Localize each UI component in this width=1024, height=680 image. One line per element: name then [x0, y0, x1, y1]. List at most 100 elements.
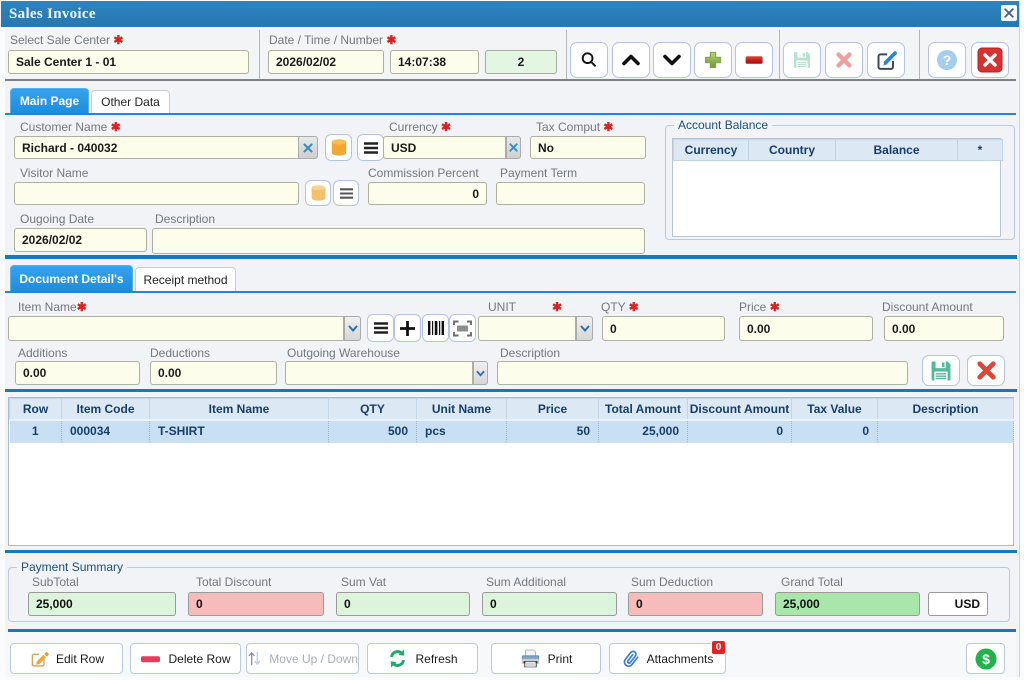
- tax-comput-label-text: Tax Comput: [536, 120, 601, 134]
- discount-amount-input[interactable]: 0.00: [884, 316, 1004, 341]
- sale-center-input[interactable]: Sale Center 1 - 01: [8, 50, 249, 74]
- qty-label: QTY ✱: [601, 300, 639, 314]
- row-cancel-button[interactable]: [967, 355, 1005, 386]
- table-row[interactable]: 1 000034 T-SHIRT 500 pcs 50 25,000 0 0: [9, 418, 1014, 443]
- search-button[interactable]: [570, 42, 608, 78]
- attachments-button[interactable]: Attachments: [609, 643, 726, 674]
- tabs-main-label-text: Main Page: [19, 94, 80, 108]
- edit-button[interactable]: [867, 42, 905, 78]
- sum-deduction-label: Sum Deduction: [631, 575, 713, 589]
- additions-input[interactable]: 0.00: [15, 361, 140, 385]
- item-name-label: Item Name✱: [18, 300, 87, 314]
- customer-clear-button[interactable]: [298, 136, 318, 159]
- window-close-button[interactable]: [1001, 5, 1017, 21]
- window-titlebar: Sales Invoice: [1, 1, 1019, 27]
- visitor-lookup-button[interactable]: [305, 180, 331, 206]
- total-discount-label-text: Total Discount: [196, 575, 272, 589]
- cell-tax-value: 0: [791, 418, 878, 443]
- row-save-button[interactable]: [922, 355, 960, 386]
- delete-row-button[interactable]: Delete Row: [130, 643, 241, 674]
- close-form-button[interactable]: [971, 42, 1009, 78]
- item-add-button[interactable]: [394, 314, 421, 342]
- date-time-number-label: Date / Time / Number ✱: [269, 33, 396, 47]
- item-entry-item-name-label-text: Item Name: [18, 300, 77, 314]
- required-asterisk: ✱: [552, 300, 563, 314]
- delete-row-icon: [141, 655, 161, 662]
- tax-comput-input[interactable]: No: [530, 136, 646, 159]
- commission-percent-input[interactable]: 0: [368, 182, 487, 205]
- visitor-name-input[interactable]: [14, 182, 299, 205]
- outgoing-warehouse-combo[interactable]: [285, 361, 473, 385]
- refresh-button[interactable]: Refresh: [367, 643, 478, 674]
- add-record-button[interactable]: [694, 42, 732, 78]
- grand-total-value-text: 25,000: [783, 597, 820, 611]
- description-input[interactable]: [152, 228, 645, 254]
- delete-button[interactable]: [825, 42, 863, 78]
- tab-document-details[interactable]: Document Detail's: [10, 265, 133, 291]
- tab-main-page[interactable]: Main Page: [10, 88, 89, 113]
- warehouse-dropdown-button[interactable]: [473, 361, 488, 385]
- visitor-menu-button[interactable]: [333, 180, 359, 206]
- item-scan-button[interactable]: [449, 314, 476, 342]
- customer-lookup-button[interactable]: [325, 134, 352, 161]
- next-record-button[interactable]: [653, 42, 691, 78]
- time-input[interactable]: 14:07:38: [390, 50, 479, 74]
- section-separator: [5, 255, 1017, 259]
- hamburger-icon: [373, 322, 388, 334]
- customer-menu-button[interactable]: [357, 134, 384, 161]
- plus-icon: [704, 51, 722, 69]
- cell-item-name: T-SHIRT: [149, 418, 329, 443]
- qty-label-text: QTY: [601, 300, 626, 314]
- help-button[interactable]: ?: [928, 42, 966, 78]
- item-barcode-button[interactable]: [422, 314, 449, 342]
- qty-input[interactable]: 0: [602, 316, 725, 341]
- payment-term-input[interactable]: [496, 182, 645, 205]
- currency-settings-button[interactable]: $: [966, 643, 1005, 674]
- number-input[interactable]: 2: [485, 50, 557, 74]
- date-input[interactable]: 2026/02/02: [268, 50, 384, 74]
- outgoing-date-input[interactable]: 2026/02/02: [14, 228, 147, 252]
- remove-record-button[interactable]: [735, 42, 773, 78]
- bottom-toolbar: Edit Row Delete Row Move Up / Down Refre…: [0, 632, 1022, 677]
- customer-name-input[interactable]: Richard - 040032: [14, 136, 299, 159]
- move-up-down-button[interactable]: Move Up / Down: [246, 643, 359, 674]
- row-description-input[interactable]: [497, 361, 908, 385]
- unit-combo[interactable]: [478, 316, 576, 341]
- tab-receipt-method[interactable]: Receipt method: [135, 267, 236, 291]
- hamburger-icon: [363, 141, 378, 154]
- customer-name-label: Customer Name ✱: [20, 120, 121, 134]
- tabs-detail-label-text: Document Detail's: [19, 271, 124, 286]
- required-asterisk: ✱: [441, 120, 452, 134]
- visitor-label-text: Visitor Name: [20, 166, 89, 180]
- tax-comput-value-text: No: [538, 140, 554, 155]
- description-label: Description: [155, 212, 215, 226]
- required-asterisk: ✱: [110, 120, 121, 134]
- item-name-combo[interactable]: [8, 316, 344, 341]
- required-asterisk: ✱: [113, 33, 124, 47]
- commission-value-text: 0: [472, 186, 479, 201]
- price-input[interactable]: 0.00: [739, 316, 873, 341]
- currency-input[interactable]: USD: [383, 136, 506, 159]
- currency-clear-button[interactable]: [506, 136, 521, 159]
- ab-col-currency: Currency: [673, 139, 749, 161]
- outgoing-date-value-text: 2026/02/02: [22, 233, 83, 247]
- item-name-dropdown-button[interactable]: [344, 316, 361, 341]
- deductions-input[interactable]: 0.00: [150, 361, 277, 385]
- item-menu-button[interactable]: [367, 314, 394, 342]
- items-table: Row Item Code Item Name QTY Unit Name Pr…: [8, 397, 1014, 546]
- x-icon: [836, 52, 852, 68]
- close-icon: [1004, 8, 1014, 18]
- payment-term-label: Payment Term: [500, 166, 577, 180]
- grand-total-label-text: Grand Total: [781, 575, 843, 589]
- separator: [779, 30, 780, 79]
- sum-vat-value-text: 0: [344, 597, 351, 611]
- previous-record-button[interactable]: [612, 42, 650, 78]
- edit-row-button[interactable]: Edit Row: [10, 643, 123, 674]
- print-button[interactable]: Print: [491, 643, 601, 674]
- print-label: Print: [547, 651, 573, 666]
- unit-dropdown-button[interactable]: [576, 316, 593, 341]
- dollar-icon: $: [975, 648, 996, 669]
- tab-other-data[interactable]: Other Data: [91, 90, 170, 113]
- outgoing-date-label-text: Ougoing Date: [20, 212, 95, 226]
- save-button[interactable]: [783, 42, 821, 78]
